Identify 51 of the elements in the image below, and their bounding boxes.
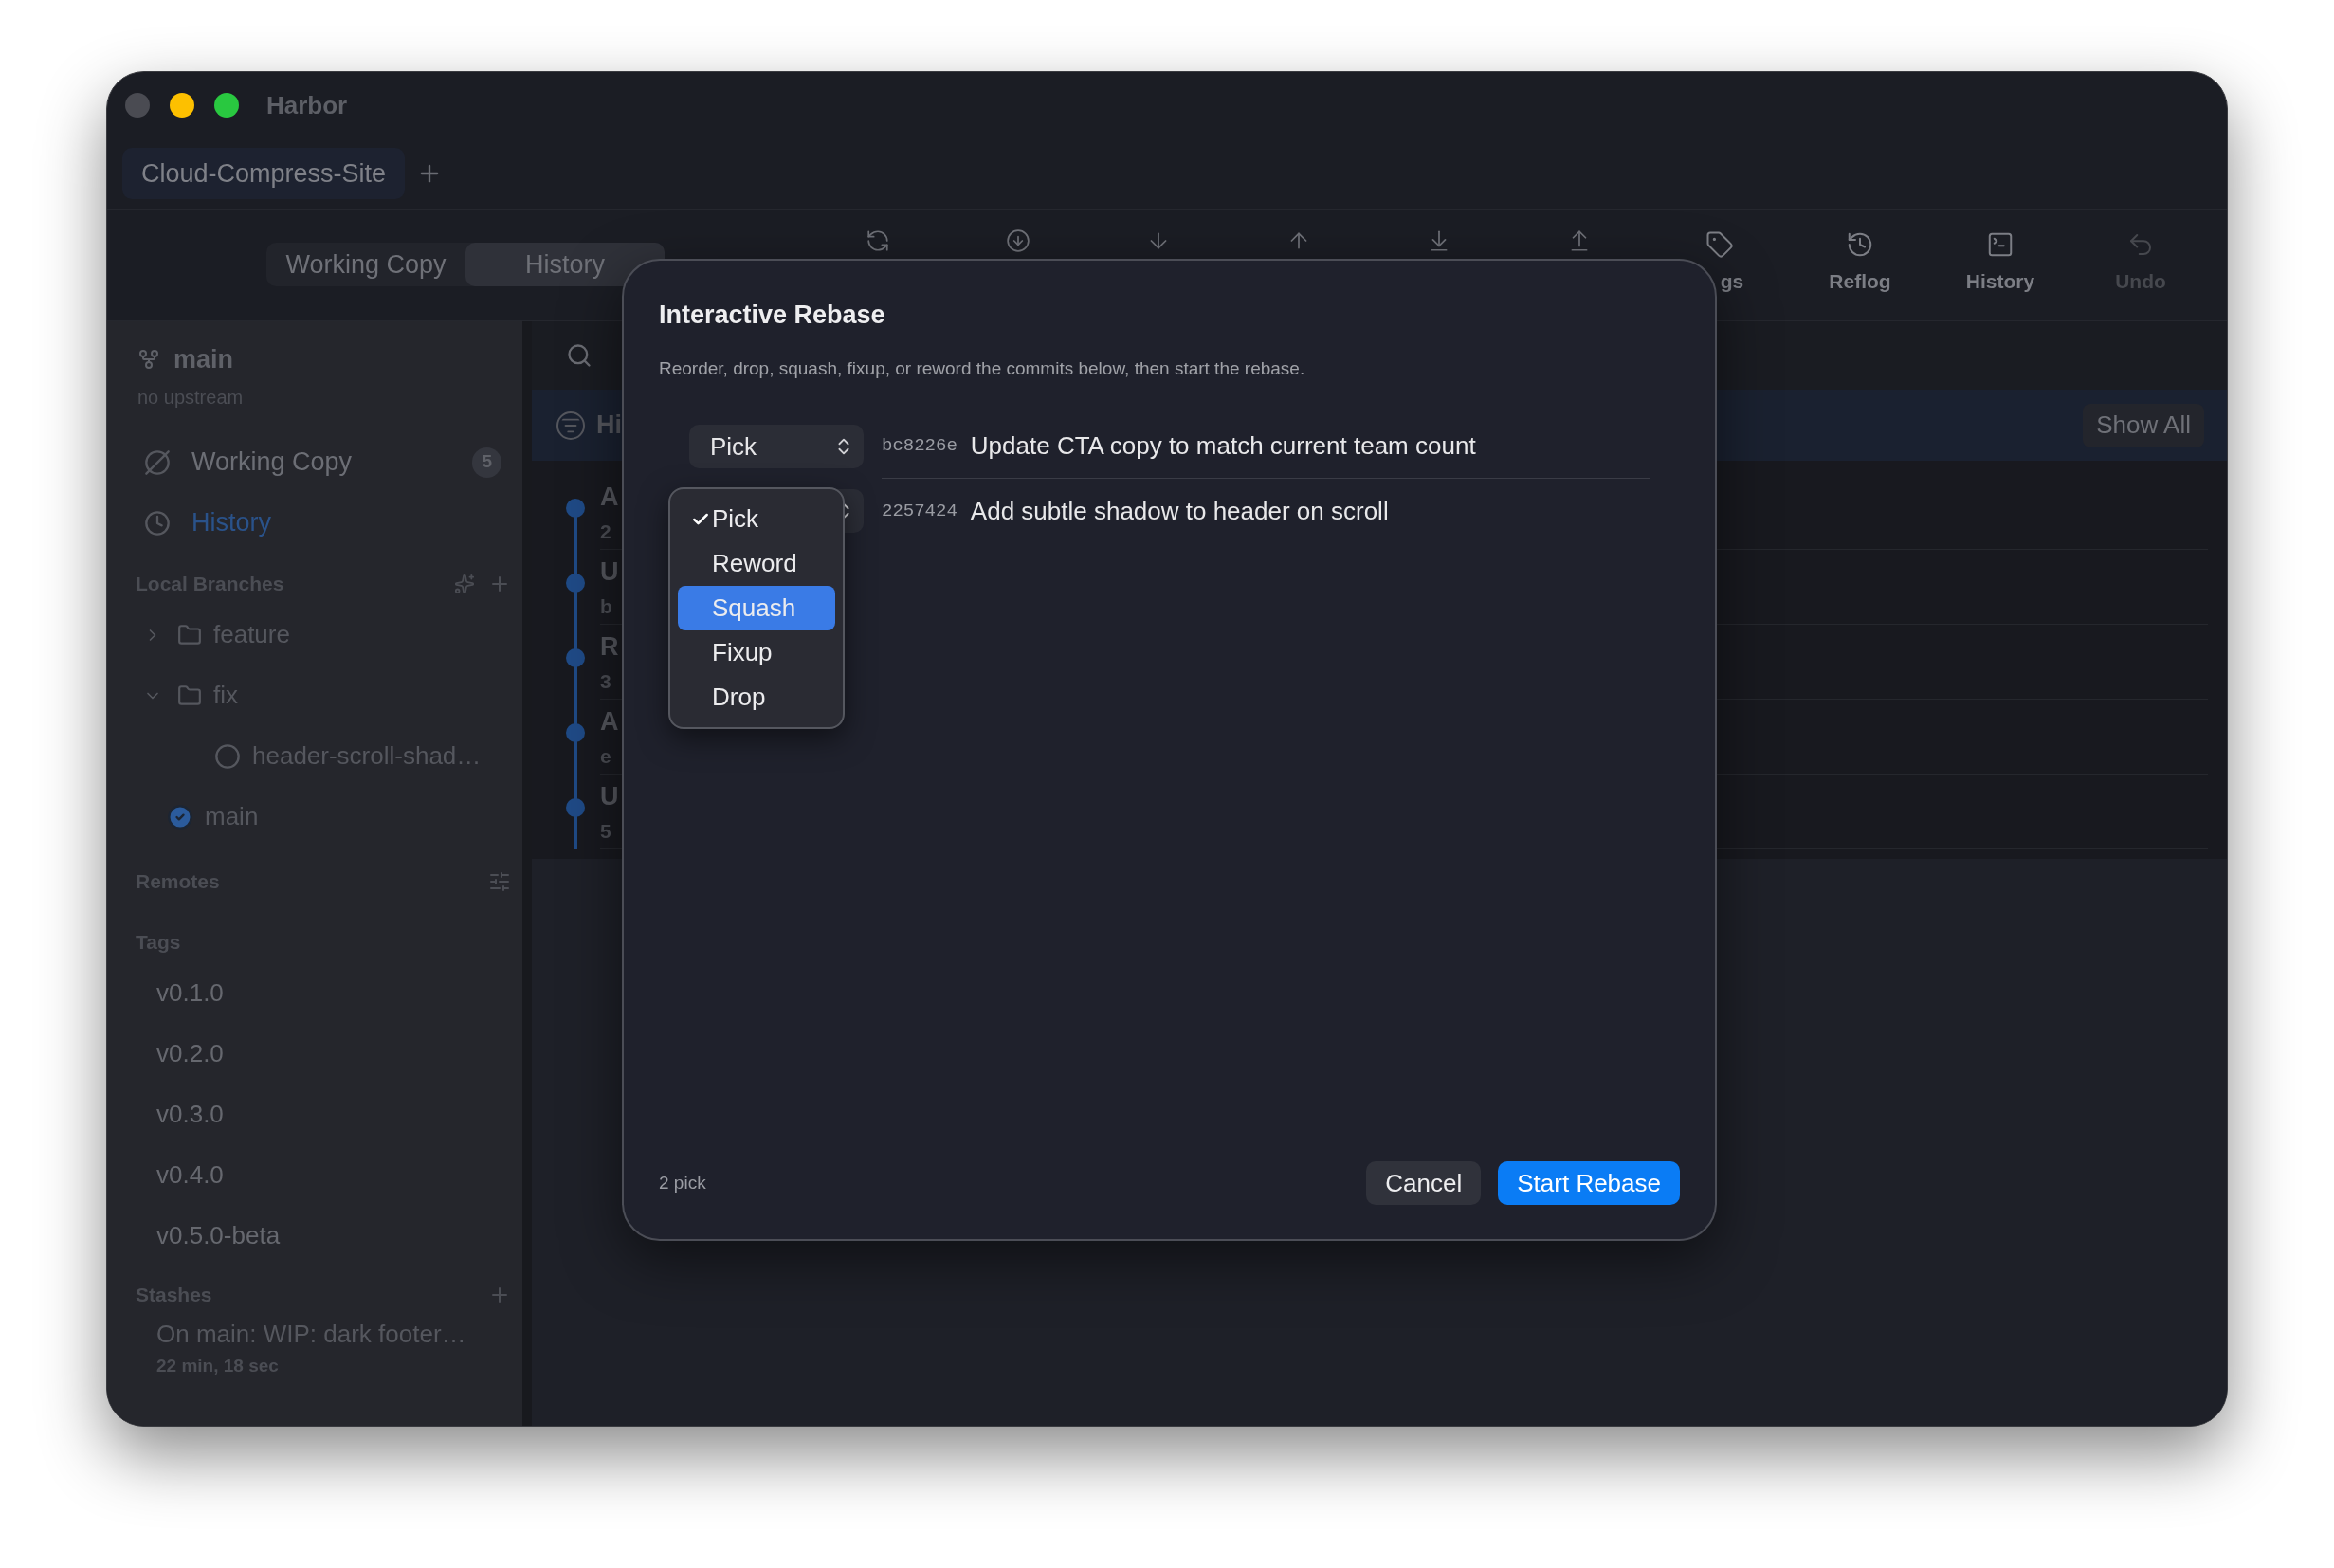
segment-tab[interactable]: Working Copy (266, 243, 465, 286)
branch-icon (137, 348, 160, 372)
action-select[interactable]: Pick (689, 425, 864, 468)
menu-item[interactable]: Pick (678, 497, 835, 541)
commit-hash: bc8226e (882, 434, 957, 459)
repo-tab[interactable]: Cloud-Compress-Site (122, 148, 406, 199)
sparkle-icon[interactable] (454, 573, 475, 594)
dialog-title: Interactive Rebase (659, 300, 885, 331)
menu-item[interactable]: Fixup (678, 630, 835, 675)
circle-slash-icon (144, 448, 171, 476)
tag-item[interactable]: v0.2.0 (156, 1035, 224, 1072)
show-all-button[interactable]: Show All (2083, 403, 2204, 447)
menu-item[interactable]: Drop (678, 675, 835, 720)
graph-node-icon (564, 775, 587, 849)
dialog-subtitle: Reorder, drop, squash, fixup, or reword the commits below, then start the rebase. (659, 356, 1305, 380)
summary-text: 2 pick (659, 1171, 707, 1194)
history-icon (1846, 230, 1874, 259)
toolbar-button[interactable]: History (1930, 210, 2070, 297)
search-icon[interactable] (566, 342, 593, 369)
menu-item[interactable]: Squash (678, 586, 835, 630)
circle-arrow-down-icon[interactable] (1006, 228, 1030, 253)
commit-message: Update CTA copy to match current team count (970, 430, 1476, 462)
filter-icon[interactable] (556, 410, 585, 440)
tag-item[interactable]: v0.4.0 (156, 1157, 224, 1194)
minimize-button[interactable] (170, 93, 194, 118)
terminal-icon (1986, 230, 2015, 259)
window-title: Harbor (266, 89, 348, 121)
clock-icon (144, 509, 171, 537)
close-button[interactable] (125, 93, 150, 118)
graph-node-icon (564, 625, 587, 700)
refresh-icon[interactable] (866, 228, 890, 253)
graph-node-icon (564, 700, 587, 775)
tag-item[interactable]: v0.3.0 (156, 1096, 224, 1133)
graph-node-icon (564, 550, 587, 625)
tag-item[interactable]: v0.1.0 (156, 975, 224, 1012)
toolbar-button[interactable]: Reflog (1790, 210, 1930, 297)
folder-icon (177, 622, 202, 647)
sliders-icon[interactable] (488, 869, 511, 893)
zoom-button[interactable] (214, 93, 239, 118)
commit-hash: 2257424 (882, 499, 957, 523)
segment-tab[interactable]: History (465, 243, 665, 286)
current-branch: main (173, 344, 234, 375)
start-rebase-button[interactable]: Start Rebase (1498, 1161, 1680, 1205)
commit-message: Add subtle shadow to header on scroll (970, 495, 1389, 527)
sidebar-item[interactable]: History (107, 492, 522, 554)
tag-item[interactable]: v0.5.0-beta (156, 1217, 281, 1254)
menu-item[interactable]: Reword (678, 541, 835, 586)
tag-icon (1705, 230, 1734, 259)
folder-icon (177, 683, 202, 708)
cancel-button[interactable]: Cancel (1366, 1161, 1482, 1205)
toolbar-button[interactable]: gs (1650, 210, 1790, 297)
